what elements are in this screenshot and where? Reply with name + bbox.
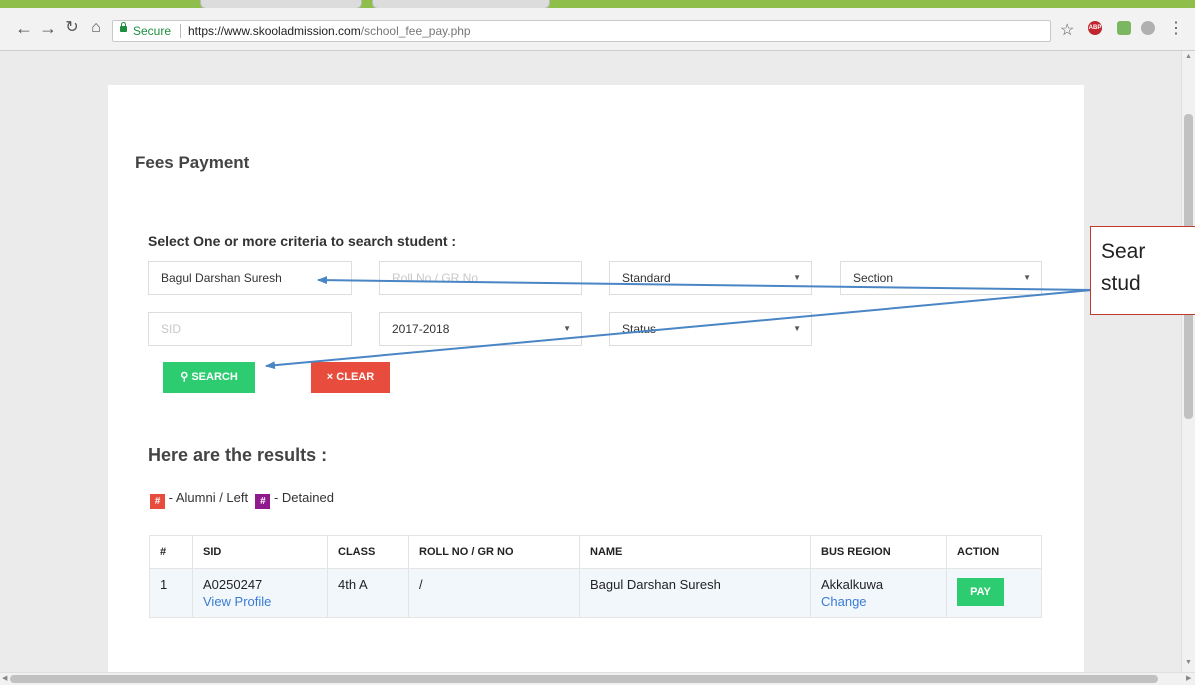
status-select-value: Status xyxy=(622,322,657,336)
vertical-scrollbar[interactable]: ▲ ▼ xyxy=(1181,51,1195,672)
roll-gr-input[interactable]: Roll No / GR No xyxy=(379,261,582,295)
row-sid-cell: A0250247 View Profile xyxy=(192,568,328,618)
column-header-name: NAME xyxy=(579,535,811,569)
section-select-value: Section xyxy=(853,271,894,285)
column-header-bus-region: BUS REGION xyxy=(810,535,947,569)
change-bus-region-link[interactable]: Change xyxy=(821,594,867,609)
criteria-heading: Select One or more criteria to search st… xyxy=(148,233,457,249)
home-icon[interactable]: ⌂ xyxy=(86,18,106,38)
browser-toolbar: ← → ↻ ⌂ Secure https://www.skooladmissio… xyxy=(0,8,1195,51)
table-row: 1 A0250247 View Profile 4th A / Bagul Dar… xyxy=(149,568,1042,618)
search-button-label: SEARCH xyxy=(191,371,238,383)
page-title: Fees Payment xyxy=(135,153,250,172)
column-header-action: ACTION xyxy=(946,535,1042,569)
chevron-down-icon: ▼ xyxy=(793,273,801,282)
standard-select[interactable]: Standard ▼ xyxy=(609,261,812,295)
column-header-roll: ROLL NO / GR NO xyxy=(408,535,580,569)
section-select[interactable]: Section ▼ xyxy=(840,261,1042,295)
annotation-callout: Sear stud xyxy=(1090,226,1195,315)
forward-icon[interactable]: → xyxy=(38,18,58,38)
status-legend: # - Alumni / Left # - Detained xyxy=(150,490,334,509)
horizontal-scrollbar[interactable]: ◀ ▶ xyxy=(0,672,1195,685)
row-sid: A0250247 xyxy=(203,577,263,592)
tab-strip xyxy=(0,0,1195,9)
adblock-label: ABP xyxy=(1088,25,1102,31)
chevron-down-icon: ▼ xyxy=(1023,273,1031,282)
student-name-input[interactable]: Bagul Darshan Suresh xyxy=(148,261,352,295)
horizontal-scroll-thumb[interactable] xyxy=(10,675,1158,683)
scroll-down-icon[interactable]: ▼ xyxy=(1185,659,1192,666)
adblock-extension-icon[interactable]: ABP xyxy=(1088,21,1102,35)
table-header-row: # SID CLASS ROLL NO / GR NO NAME BUS REG… xyxy=(149,535,1042,569)
academic-year-select[interactable]: 2017-2018 ▼ xyxy=(379,312,582,346)
close-icon: × xyxy=(326,371,334,383)
extension-icon[interactable] xyxy=(1117,21,1131,35)
search-button[interactable]: ⚲ SEARCH xyxy=(163,362,255,393)
lock-icon xyxy=(120,22,127,32)
detained-badge: # xyxy=(255,494,271,509)
detained-legend-label: - Detained xyxy=(273,490,334,505)
column-header-class: CLASS xyxy=(327,535,409,569)
results-table: # SID CLASS ROLL NO / GR NO NAME BUS REG… xyxy=(149,535,1042,618)
row-bus-region-cell: Akkalkuwa Change xyxy=(810,568,947,618)
academic-year-value: 2017-2018 xyxy=(392,322,450,336)
secure-label: Secure xyxy=(133,24,172,38)
callout-line-1: Sear xyxy=(1101,240,1146,263)
chevron-down-icon: ▼ xyxy=(793,324,801,333)
skype-extension-icon[interactable] xyxy=(1141,21,1155,35)
callout-line-2: stud xyxy=(1101,272,1141,295)
row-action-cell: PAY xyxy=(946,568,1042,618)
standard-select-value: Standard xyxy=(622,271,671,285)
url-path: /school_fee_pay.php xyxy=(360,24,471,38)
alumni-legend-label: - Alumni / Left xyxy=(168,490,249,505)
row-name: Bagul Darshan Suresh xyxy=(579,568,811,618)
column-header-index: # xyxy=(149,535,193,569)
results-heading: Here are the results : xyxy=(148,445,328,465)
scroll-right-icon[interactable]: ▶ xyxy=(1186,674,1191,682)
url-host: https://www.skooladmission.com xyxy=(188,24,361,38)
scroll-up-icon[interactable]: ▲ xyxy=(1185,53,1192,60)
reload-icon[interactable]: ↻ xyxy=(62,18,82,38)
address-bar[interactable]: Secure https://www.skooladmission.com/sc… xyxy=(112,20,1051,42)
row-index: 1 xyxy=(149,568,193,618)
page-viewport: Fees Payment Select One or more criteria… xyxy=(0,51,1182,672)
sid-input[interactable]: SID xyxy=(148,312,352,346)
column-header-sid: SID xyxy=(192,535,328,569)
clear-button[interactable]: × CLEAR xyxy=(311,362,390,393)
chevron-down-icon: ▼ xyxy=(563,324,571,333)
status-select[interactable]: Status ▼ xyxy=(609,312,812,346)
scroll-left-icon[interactable]: ◀ xyxy=(2,674,7,682)
clear-button-label: CLEAR xyxy=(336,371,375,383)
url-text: https://www.skooladmission.com/school_fe… xyxy=(188,21,471,41)
content-card: Fees Payment Select One or more criteria… xyxy=(108,85,1084,672)
view-profile-link[interactable]: View Profile xyxy=(203,594,271,609)
bookmark-star-icon[interactable]: ☆ xyxy=(1060,20,1074,40)
browser-menu-icon[interactable]: ⋮ xyxy=(1168,18,1184,38)
row-roll: / xyxy=(408,568,580,618)
back-icon[interactable]: ← xyxy=(14,18,34,38)
row-class: 4th A xyxy=(327,568,409,618)
address-separator xyxy=(180,24,181,38)
pay-button[interactable]: PAY xyxy=(957,578,1004,606)
row-bus-region: Akkalkuwa xyxy=(821,577,884,592)
search-icon: ⚲ xyxy=(180,371,189,383)
alumni-badge: # xyxy=(150,494,165,509)
